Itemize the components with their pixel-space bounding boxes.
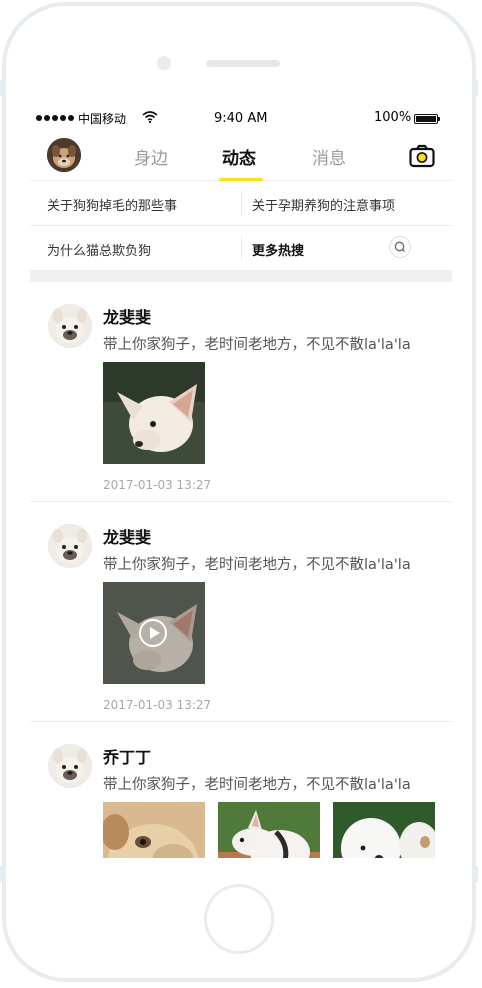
side-button-right <box>474 80 478 96</box>
bulldog-avatar-image <box>48 744 92 788</box>
post-photo[interactable] <box>218 802 320 858</box>
post-video-thumbnail[interactable] <box>103 582 205 684</box>
avatar[interactable] <box>48 304 92 348</box>
top-navigation: 身边 动态 消息 <box>30 134 452 181</box>
hot-search-section: 关于狗狗掉毛的那些事 关于孕期养狗的注意事项 为什么猫总欺负狗 更多热搜 <box>30 181 452 271</box>
hot-topic-item[interactable]: 为什么猫总欺负狗 <box>47 240 151 259</box>
divider <box>241 236 242 260</box>
post-text: 带上你家狗子，老时间老地方，不见不散la'la'la <box>103 337 411 353</box>
carrier-label: 中国移动 <box>78 112 127 126</box>
tab-feed[interactable]: 动态 <box>222 144 256 169</box>
post-photo[interactable] <box>103 802 205 858</box>
post-photo[interactable] <box>333 802 435 858</box>
earpiece-speaker <box>206 60 280 67</box>
tab-messages[interactable]: 消息 <box>312 144 346 169</box>
divider <box>241 191 242 215</box>
user-avatar[interactable] <box>47 138 81 172</box>
post-username[interactable]: 龙斐斐 <box>103 304 151 328</box>
hot-topic-item[interactable]: 关于狗狗掉毛的那些事 <box>47 195 177 214</box>
side-button-left <box>0 80 4 96</box>
home-button[interactable] <box>204 884 274 954</box>
post-username[interactable]: 乔丁丁 <box>103 744 151 768</box>
status-time: 9:40 AM <box>214 111 268 126</box>
tab-nearby[interactable]: 身边 <box>134 144 168 169</box>
feed-post: 龙斐斐 带上你家狗子，老时间老地方，不见不散la'la'la 2017-01-0… <box>30 282 452 502</box>
dog-avatar-image <box>47 138 81 172</box>
post-timestamp: 2017-01-03 13:27 <box>103 698 212 712</box>
battery-icon <box>414 114 440 124</box>
chihuahua-photo <box>103 362 205 464</box>
hot-search-row-2: 为什么猫总欺负狗 更多热搜 <box>30 226 452 271</box>
front-camera <box>157 56 171 70</box>
side-button-left-bottom <box>0 866 4 882</box>
section-separator <box>30 271 452 282</box>
hot-topic-item[interactable]: 关于孕期养狗的注意事项 <box>252 195 395 214</box>
status-bar: 中国移动 9:40 AM 100% <box>30 104 452 134</box>
camera-icon[interactable] <box>409 144 435 168</box>
play-icon[interactable] <box>139 619 167 647</box>
post-timestamp: 2017-01-03 13:27 <box>103 478 212 492</box>
battery-percent: 100% <box>374 110 412 125</box>
post-username[interactable]: 龙斐斐 <box>103 524 151 548</box>
feed-post: 龙斐斐 带上你家狗子，老时间老地方，不见不散la'la'la 2017-01-0… <box>30 502 452 722</box>
post-photo[interactable] <box>103 362 205 464</box>
search-icon[interactable] <box>389 236 411 258</box>
fluffy-white-dog-photo <box>333 802 435 858</box>
side-button-right-bottom <box>474 866 478 882</box>
app-screen: 中国移动 9:40 AM 100% 身边 动态 消息 关于狗狗掉毛的那些事 关于… <box>30 104 452 858</box>
wifi-icon <box>142 111 158 123</box>
bulldog-avatar-image <box>48 304 92 348</box>
post-text: 带上你家狗子，老时间老地方，不见不散la'la'la <box>103 557 411 573</box>
avatar[interactable] <box>48 524 92 568</box>
signal-icon <box>36 115 74 121</box>
post-text: 带上你家狗子，老时间老地方，不见不散la'la'la <box>103 777 411 793</box>
feed-post: 乔丁丁 带上你家狗子，老时间老地方，不见不散la'la'la <box>30 722 452 858</box>
avatar[interactable] <box>48 744 92 788</box>
more-hot-search-link[interactable]: 更多热搜 <box>252 240 304 259</box>
bulldog-avatar-image <box>48 524 92 568</box>
hot-search-row-1: 关于狗狗掉毛的那些事 关于孕期养狗的注意事项 <box>30 181 452 226</box>
white-dog-photo <box>218 802 320 858</box>
bulldog-photo <box>103 802 205 858</box>
